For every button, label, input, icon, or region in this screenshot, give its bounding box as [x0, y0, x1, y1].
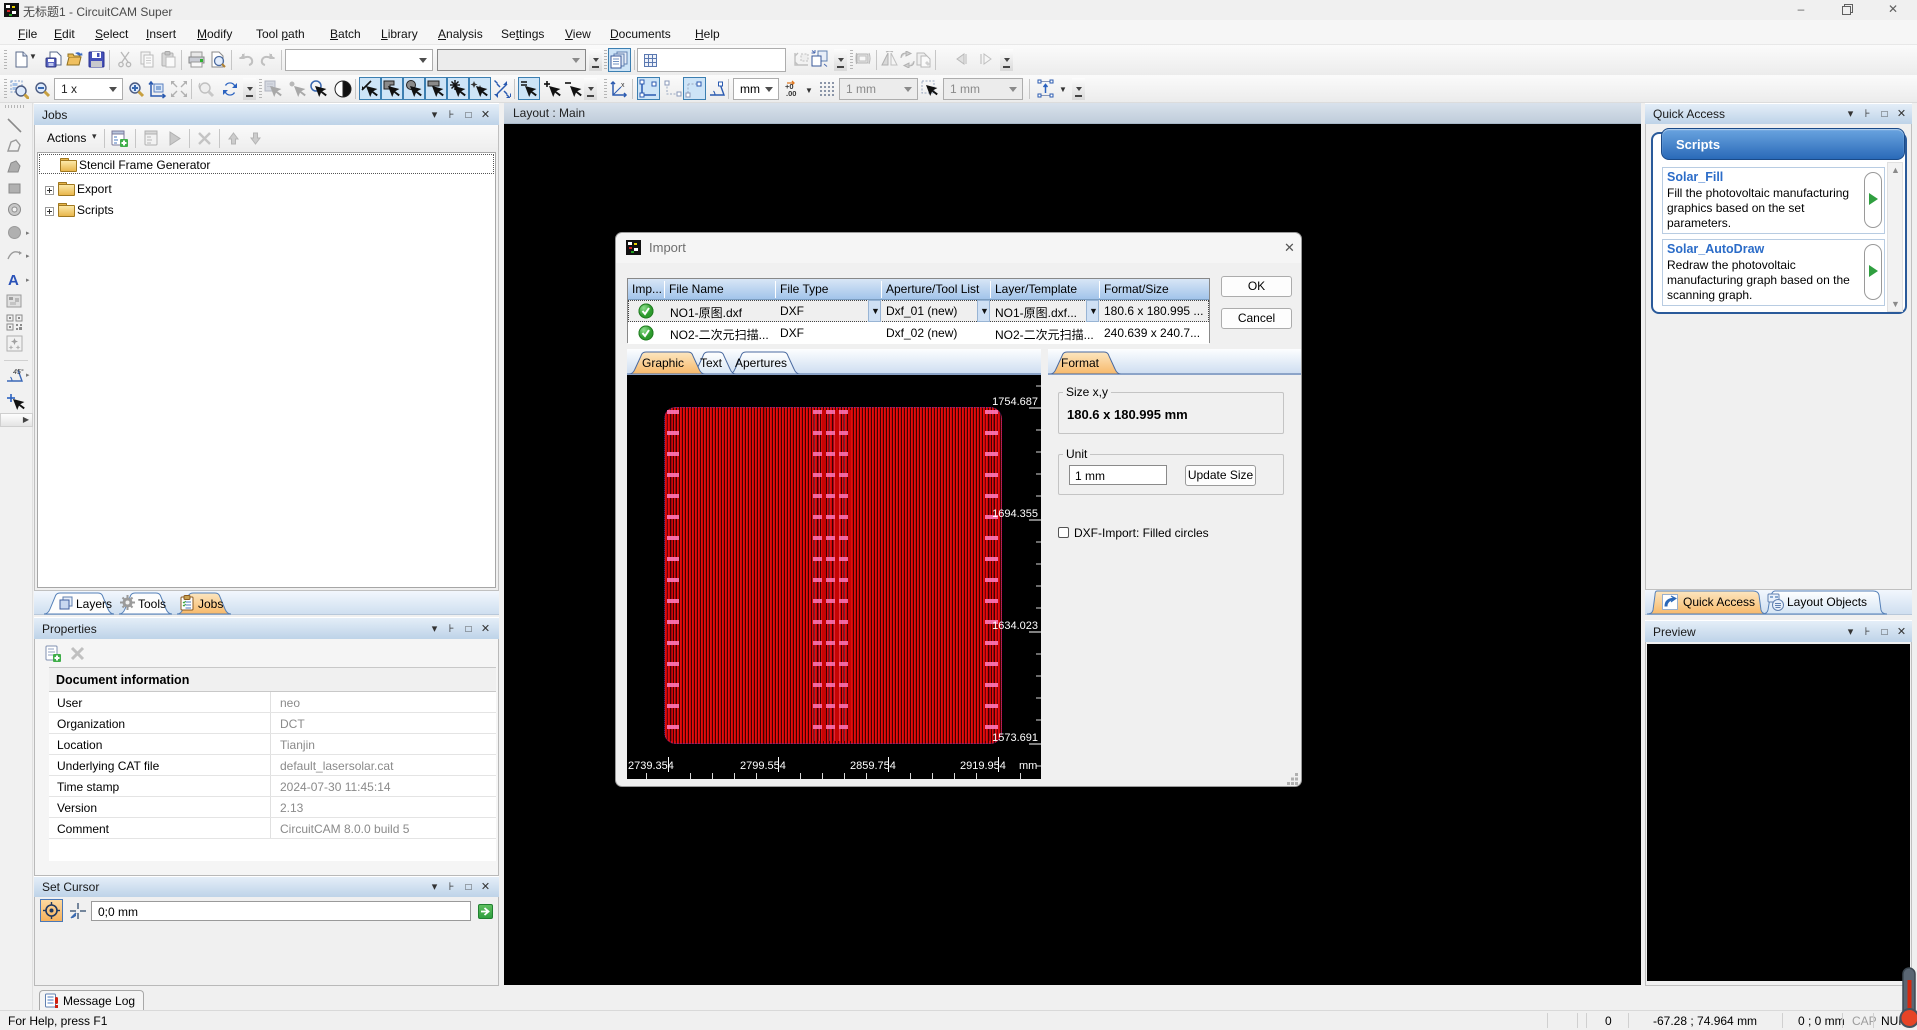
svg-text:.00: .00	[786, 89, 796, 98]
svg-text:x: x	[621, 82, 625, 89]
svg-text:45°: 45°	[13, 368, 24, 376]
svg-text:A: A	[8, 272, 19, 288]
